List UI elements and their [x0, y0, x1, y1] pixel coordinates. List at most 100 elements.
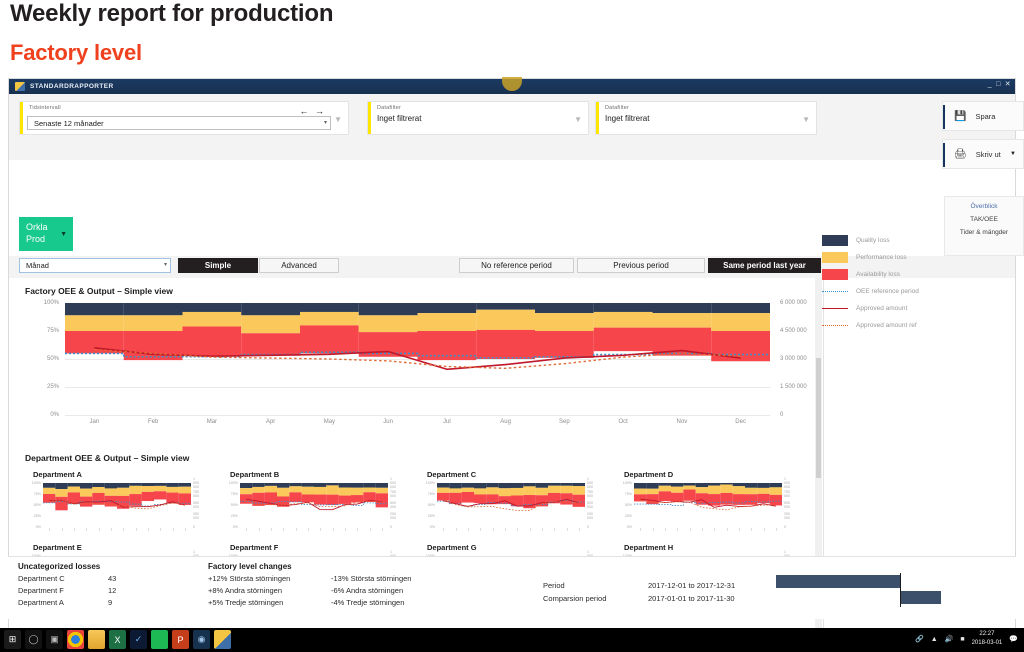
window-title: STANDARDRAPPORTER — [30, 83, 114, 90]
department-chart[interactable]: Department D 0% 25% 50% 75% 100% 0 250 000 500 0… — [616, 470, 806, 538]
legend-swatch — [822, 252, 848, 263]
battery-icon[interactable]: ■ — [960, 636, 964, 643]
report-nav-item[interactable]: TAK/OEE — [945, 213, 1023, 226]
report-nav-item[interactable]: Tider & mängder — [945, 226, 1023, 239]
y-tick-right: 0 — [780, 412, 784, 418]
next-period-arrow-icon[interactable]: → — [315, 106, 326, 116]
accent-edge — [943, 105, 945, 129]
factory-change-row: +8% Andra störningen -6% Andra störningen — [208, 586, 411, 595]
department-y-tick-right: 1 000 000 — [390, 477, 396, 489]
chevron-up-icon[interactable]: ▲ — [931, 636, 938, 643]
department-chart-title: Department A — [33, 470, 82, 479]
notifications-icon[interactable]: 💬 — [1009, 635, 1018, 643]
tab-same-period-last-year[interactable]: Same period last year — [708, 258, 821, 273]
department-y-tick-left: 100% — [425, 481, 435, 485]
uncategorized-losses-block: Uncategorized losses Department C 43 Depar… — [18, 562, 116, 607]
department-chart-title: Department G — [427, 543, 477, 552]
time-interval-label: Tidsintervall — [29, 105, 61, 111]
department-y-tick-left: 100% — [228, 481, 238, 485]
chevron-down-icon[interactable]: ▾ — [164, 261, 167, 268]
print-button[interactable]: 🖨 Skriv ut ▼ — [942, 139, 1024, 169]
taskbar-icons[interactable]: ⊞ ◯ ▣ X ✓ P ◉ — [4, 630, 231, 649]
close-icon[interactable]: ✕ — [1005, 81, 1011, 89]
period-row: Period 2017-12-01 to 2017-12-31 — [543, 581, 783, 590]
tab-advanced[interactable]: Advanced — [259, 258, 339, 273]
minimize-icon[interactable]: _ — [988, 81, 992, 89]
period-list: Period 2017-12-01 to 2017-12-31 Comparsion… — [543, 581, 783, 603]
time-nav-arrows[interactable]: ← → — [299, 106, 326, 116]
granularity-select[interactable]: Månad ▾ — [19, 258, 171, 273]
factory-chart-plot[interactable] — [65, 303, 770, 416]
accent-bar — [368, 102, 371, 134]
filter-funnel-icon[interactable]: ▼ — [802, 115, 810, 124]
legend-item[interactable]: Quality loss — [822, 232, 958, 249]
tab-simple[interactable]: Simple — [178, 258, 258, 273]
scrollbar-thumb[interactable] — [816, 358, 821, 478]
time-interval-select[interactable]: Senaste 12 månader ▾ — [27, 116, 331, 130]
factory-chart[interactable]: 0% 25% 50% 75% 100% 0 1 500 000 3 000 000 4 500… — [25, 300, 815, 436]
department-chart[interactable]: Department A 0% 25% 50% 75% 100% 0 250 000 500 0… — [25, 470, 215, 538]
network-icon[interactable]: 🔗 — [915, 635, 924, 643]
gridline — [65, 415, 770, 416]
taskbar-tray[interactable]: 🔗 ▲ 🔊 ■ 22:27 2018-03-01 💬 — [915, 630, 1018, 648]
outlook-icon[interactable]: ✓ — [130, 630, 147, 649]
y-tick-right: 1 500 000 — [780, 384, 807, 390]
legend-item[interactable]: Approved amount — [822, 300, 958, 317]
period-block: Period 2017-12-01 to 2017-12-31 Comparsion… — [543, 577, 783, 603]
filter-funnel-icon[interactable]: ▼ — [334, 115, 342, 124]
taskbar-clock[interactable]: 22:27 2018-03-01 — [972, 630, 1003, 648]
department-y-tick-left: 50% — [427, 503, 435, 507]
excel-icon[interactable]: X — [109, 630, 126, 649]
chrome-icon[interactable] — [67, 630, 84, 649]
legend-item[interactable]: Availability loss — [822, 266, 958, 283]
cortana-icon[interactable]: ◯ — [25, 630, 42, 649]
spotify-icon[interactable] — [151, 630, 168, 649]
department-chart-plot: 0% 25% 50% 75% 100% 0 250 000 500 000 750 0001 0… — [623, 477, 790, 529]
department-chart[interactable]: Department B 0% 25% 50% 75% 100% 0 250 000 500 0… — [222, 470, 412, 538]
legend-item[interactable]: Approved amount ref — [822, 317, 958, 334]
department-y-tick-left: 75% — [230, 492, 238, 496]
chart-legend: Quality loss Performance loss Availability… — [822, 232, 958, 334]
period-value: 2017-12-01 to 2017-12-31 — [648, 581, 736, 590]
department-chart-title: Department B — [230, 470, 280, 479]
report-nav[interactable]: Överblick TAK/OEE Tider & mängder — [944, 196, 1024, 256]
chevron-down-icon[interactable]: ▾ — [324, 119, 327, 126]
print-button-label: Skriv ut — [975, 149, 1001, 159]
legend-item[interactable]: Performance loss — [822, 249, 958, 266]
x-tick-label: Mar — [206, 419, 218, 425]
department-y-tick-left: 100% — [31, 481, 41, 485]
skype-icon[interactable]: ◉ — [193, 630, 210, 649]
explorer-icon[interactable] — [88, 630, 105, 649]
period-label: Period — [543, 581, 565, 590]
prev-period-arrow-icon[interactable]: ← — [299, 106, 310, 116]
volume-icon[interactable]: 🔊 — [945, 635, 954, 643]
data-filter-2[interactable]: Datafilter Inget filtrerat ▼ — [595, 101, 817, 135]
legend-item[interactable]: OEE reference period — [822, 283, 958, 300]
powerpoint-icon[interactable]: P — [172, 630, 189, 649]
tab-previous-period[interactable]: Previous period — [577, 258, 705, 273]
comparison-period-bar — [900, 591, 941, 604]
chevron-down-icon[interactable]: ▼ — [1010, 151, 1016, 157]
change-decrease: -4% Tredje störningen — [331, 598, 405, 607]
data-filter-1[interactable]: Datafilter Inget filtrerat ▼ — [367, 101, 589, 135]
filter-funnel-icon[interactable]: ▼ — [574, 115, 582, 124]
task-view-icon[interactable]: ▣ — [46, 630, 63, 649]
department-chart-title: Department OEE & Output – Simple view — [25, 453, 190, 463]
window-buttons[interactable]: _ □ ✕ — [988, 81, 1011, 89]
report-nav-item[interactable]: Överblick — [945, 200, 1023, 213]
chevron-down-icon[interactable]: ▼ — [60, 229, 67, 241]
brand-scope-button[interactable]: Orkla Prod ▼ — [19, 217, 73, 251]
save-button[interactable]: 💾 Spara — [942, 101, 1024, 131]
department-chart[interactable]: Department C 0% 25% 50% 75% 100% 0 250 000 500 0… — [419, 470, 609, 538]
department-chart-title: Department E — [33, 543, 82, 552]
app-icon[interactable] — [214, 630, 231, 649]
factory-changes-title: Factory level changes — [208, 562, 292, 571]
legend-dotted-line — [822, 291, 848, 292]
legend-label: Performance loss — [856, 254, 907, 261]
maximize-icon[interactable]: □ — [996, 81, 1001, 89]
legend-swatch — [822, 235, 848, 246]
tab-no-reference-period[interactable]: No reference period — [459, 258, 574, 273]
accent-bar — [596, 102, 599, 134]
time-interval-filter[interactable]: Tidsintervall ← → Senaste 12 månader ▾ ▼ — [19, 101, 349, 135]
start-button-icon[interactable]: ⊞ — [4, 630, 21, 649]
